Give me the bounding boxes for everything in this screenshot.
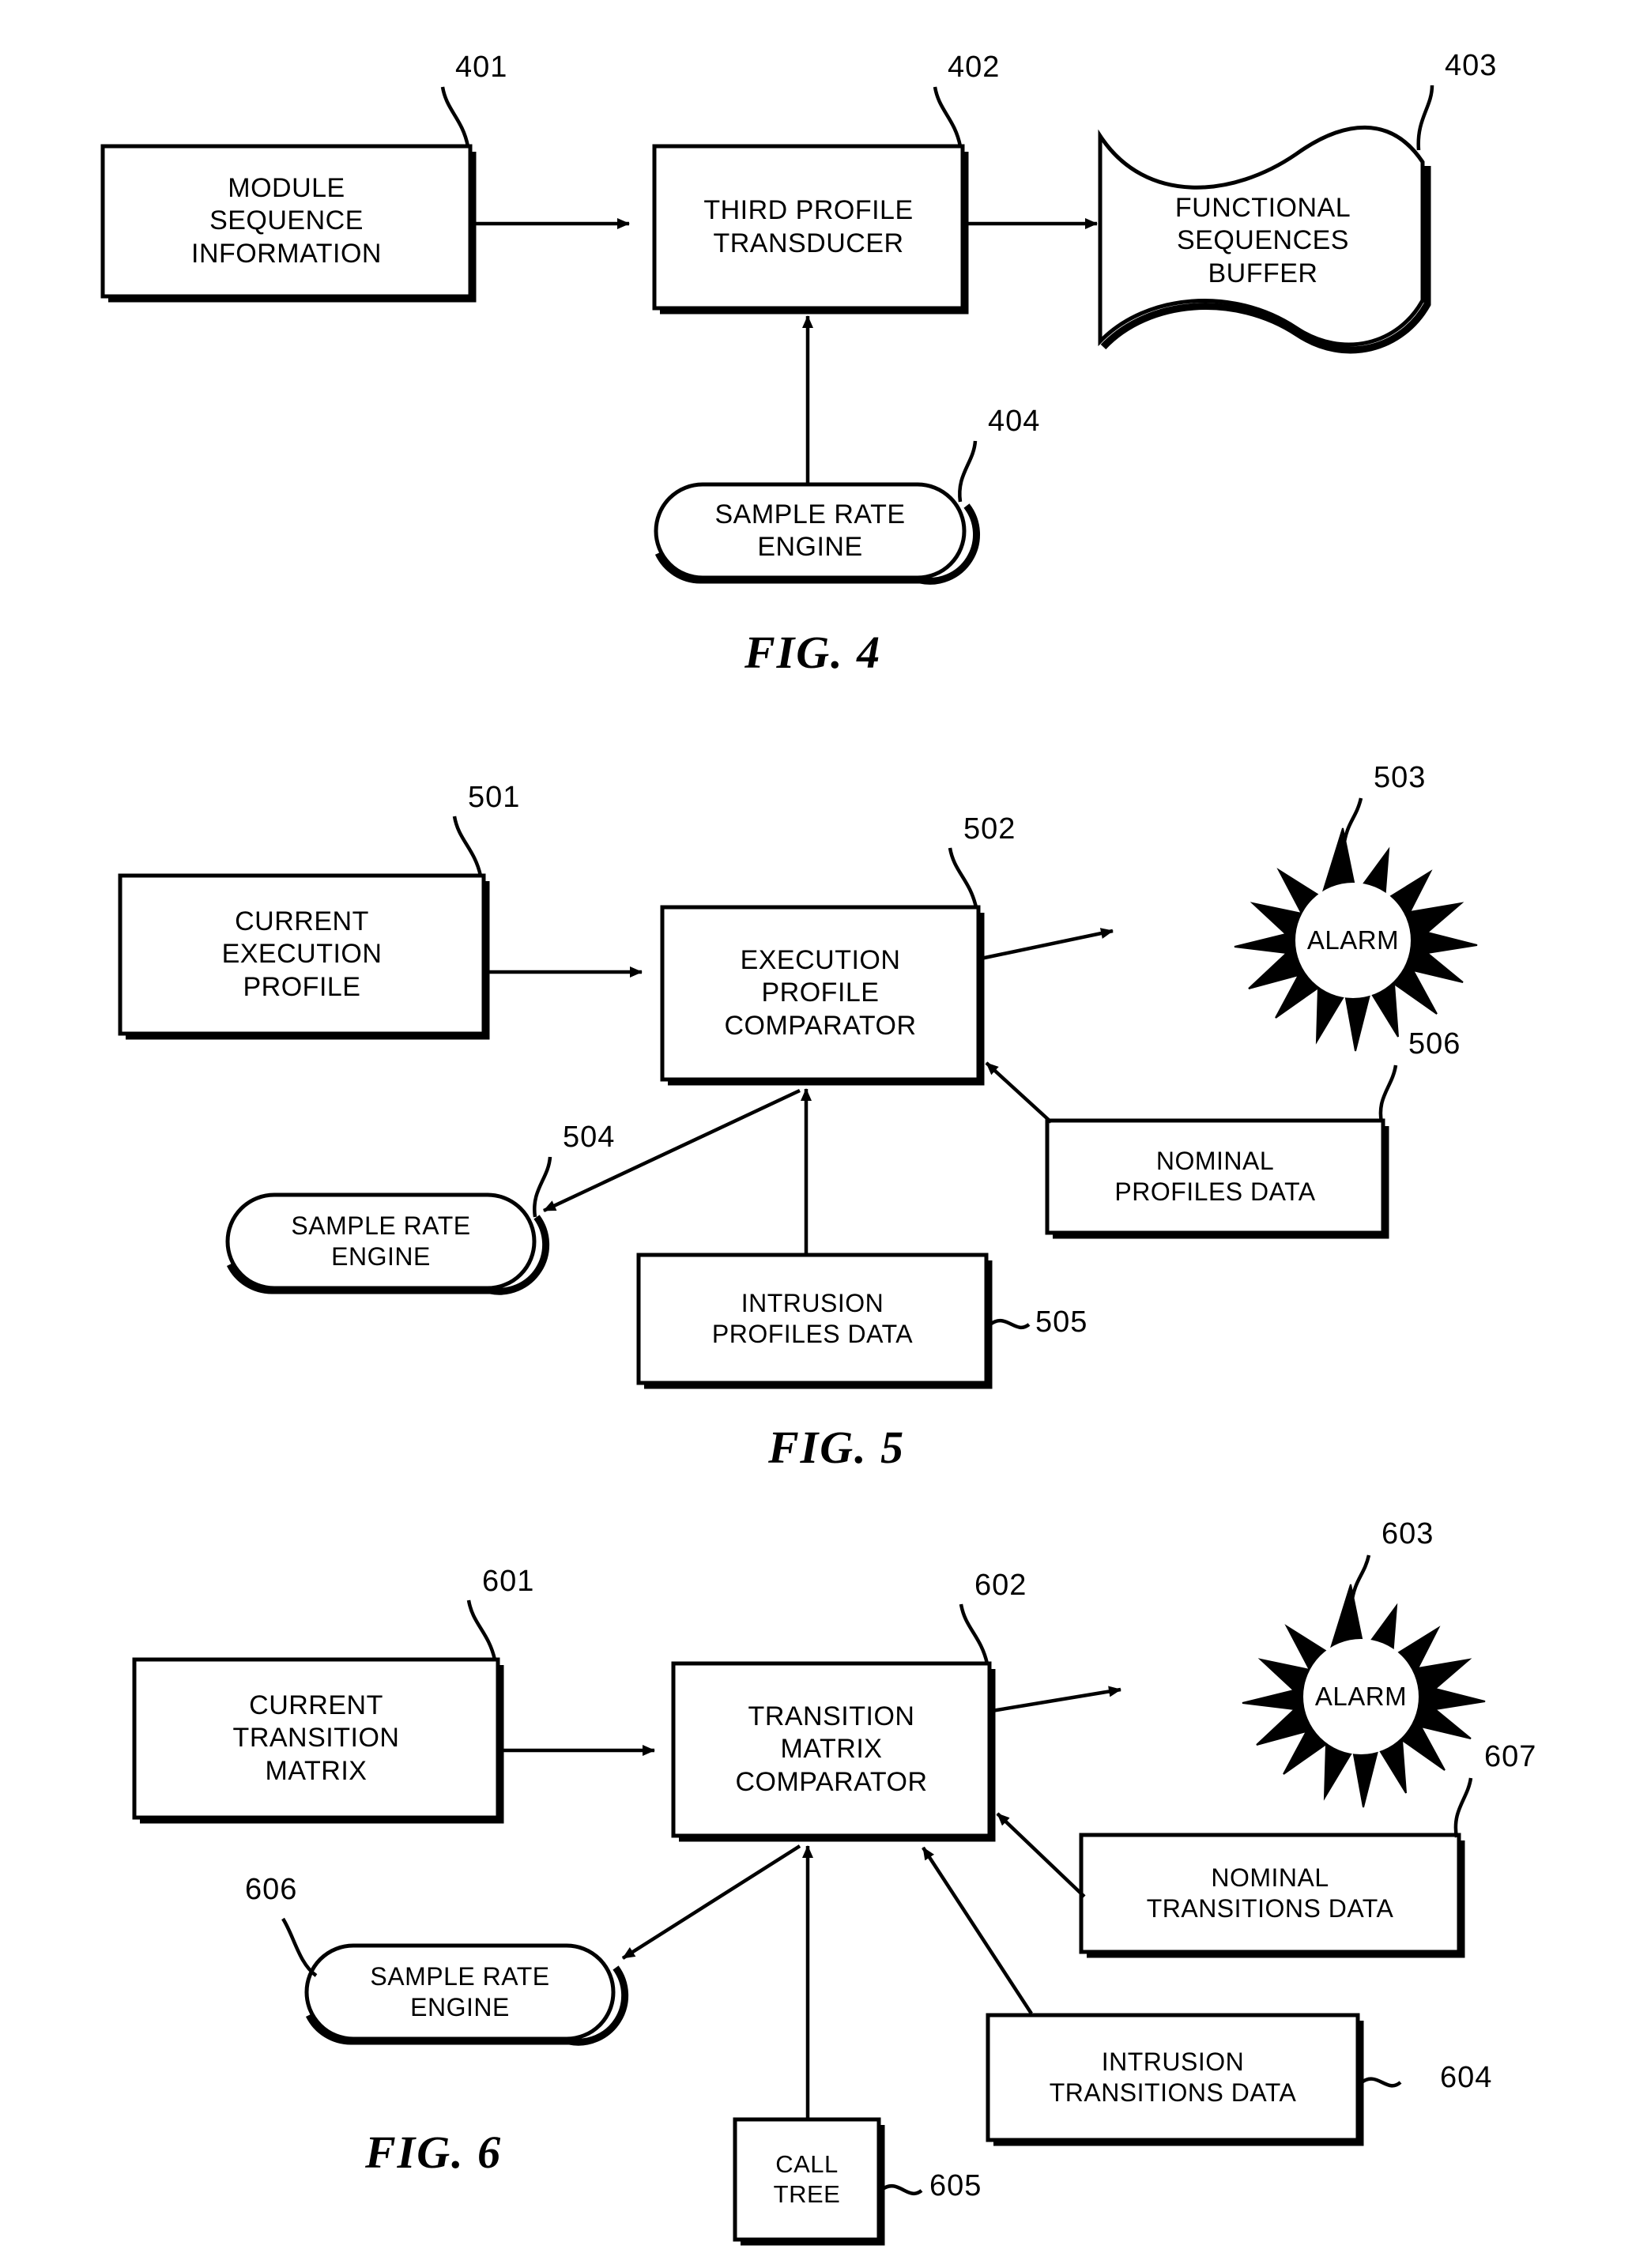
fig4-leader-401: [440, 86, 470, 147]
fig6-arrow-604-to-602: [922, 1846, 1033, 2015]
fig6-label-call-tree: CALL TREE: [773, 2150, 841, 2208]
fig5-leader-502: [948, 847, 978, 908]
fig6-ref-606: 606: [245, 1873, 298, 1906]
fig6-leader-605: [881, 2183, 923, 2196]
fig6-leader-603: [1349, 1554, 1371, 1605]
fig5-label-nominal-profiles-data: NOMINAL PROFILES DATA: [1114, 1146, 1316, 1206]
fig6-leader-602: [959, 1603, 989, 1664]
fig6-arrow-607-to-602: [996, 1812, 1086, 1898]
fig5-label-intrusion-profiles-data: INTRUSION PROFILES DATA: [711, 1288, 914, 1348]
fig6-ref-601: 601: [482, 1565, 535, 1598]
fig5-ref-501: 501: [468, 781, 521, 814]
fig5-label-execution-profile-comparator: EXECUTION PROFILE COMPARATOR: [724, 944, 917, 1041]
fig5-leader-504: [533, 1156, 552, 1218]
fig5-ref-505: 505: [1035, 1305, 1088, 1339]
fig5-arrow-502-to-alarm: [980, 928, 1114, 961]
fig6-ref-604: 604: [1440, 2061, 1493, 2094]
fig6-ref-607: 607: [1484, 1740, 1537, 1773]
fig6-label-alarm: ALARM: [1314, 1681, 1408, 1711]
fig6-leader-604: [1360, 2077, 1402, 2088]
fig6-ref-602: 602: [974, 1569, 1027, 1602]
fig5-ref-506: 506: [1408, 1027, 1461, 1061]
fig6-arrow-602-to-606: [621, 1844, 801, 1960]
fig4-leader-403: [1416, 85, 1434, 151]
fig6-leader-607: [1453, 1777, 1473, 1838]
fig6-arrow-602-to-alarm: [991, 1686, 1121, 1713]
patent-drawing-sheet: MODULE SEQUENCE INFORMATION 401 THIRD PR…: [0, 0, 1651, 2268]
fig6-leader-601: [466, 1599, 497, 1660]
fig5-ref-504: 504: [563, 1121, 616, 1154]
fig6-label-transition-matrix-comparator: TRANSITION MATRIX COMPARATOR: [735, 1701, 928, 1797]
fig4-label-functional-sequences-buffer: FUNCTIONAL SEQUENCES BUFFER: [1174, 192, 1351, 288]
fig6-ref-605: 605: [929, 2169, 982, 2202]
fig5-ref-503: 503: [1374, 761, 1427, 794]
fig5-caption: FIG. 5: [768, 1422, 906, 1473]
fig4-caption: FIG. 4: [744, 627, 882, 678]
fig5-leader-503: [1341, 797, 1363, 848]
fig5-leader-501: [452, 816, 483, 876]
fig6-caption: FIG. 6: [365, 2127, 503, 2178]
fig5-arrow-506-to-502: [985, 1061, 1053, 1124]
fig6-label-current-transition-matrix: CURRENT TRANSITION MATRIX: [232, 1690, 400, 1786]
fig4-ref-402: 402: [948, 51, 1001, 84]
fig5-leader-506: [1378, 1064, 1398, 1123]
fig4-label-module-sequence-information: MODULE SEQUENCE INFORMATION: [191, 172, 382, 269]
fig6-ref-603: 603: [1381, 1517, 1434, 1550]
fig5-leader-505: [989, 1318, 1031, 1330]
fig4-ref-404: 404: [988, 405, 1041, 438]
fig4-ref-401: 401: [455, 51, 508, 84]
fig5-label-alarm: ALARM: [1306, 925, 1400, 955]
fig4-label-sample-rate-engine: SAMPLE RATE ENGINE: [714, 499, 906, 562]
fig5-label-current-execution-profile: CURRENT EXECUTION PROFILE: [221, 906, 383, 1002]
fig4-ref-403: 403: [1445, 49, 1498, 82]
fig4-leader-402: [933, 86, 963, 147]
fig6-label-intrusion-transitions-data: INTRUSION TRANSITIONS DATA: [1049, 2047, 1297, 2107]
fig5-ref-502: 502: [963, 812, 1016, 846]
fig4-label-third-profile-transducer: THIRD PROFILE TRANSDUCER: [703, 195, 914, 258]
fig5-label-sample-rate-engine: SAMPLE RATE ENGINE: [291, 1211, 471, 1271]
fig6-label-nominal-transitions-data: NOMINAL TRANSITIONS DATA: [1146, 1863, 1394, 1923]
fig6-label-sample-rate-engine: SAMPLE RATE ENGINE: [370, 1961, 550, 2021]
